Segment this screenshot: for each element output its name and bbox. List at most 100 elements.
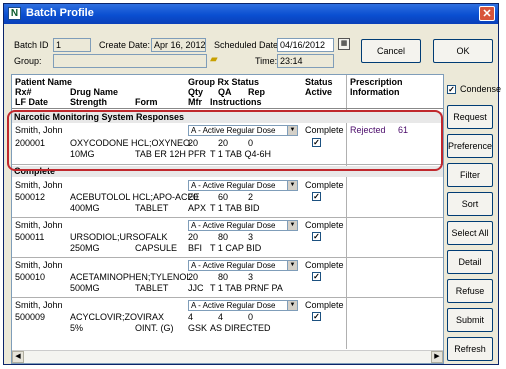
chevron-down-icon[interactable]: ▼ [287, 221, 297, 230]
col-form: Form [135, 97, 158, 107]
status: Complete [305, 300, 344, 310]
col-qty: Qty [188, 87, 204, 97]
col-status: Status [305, 77, 333, 87]
chevron-down-icon[interactable]: ▼ [287, 301, 297, 310]
drug-form: TABLET [135, 283, 169, 293]
patient-name: Smith, John [15, 220, 63, 230]
rep: 2 [248, 192, 254, 202]
drug-form: OINT. (G) [135, 323, 174, 333]
chevron-down-icon[interactable]: ▼ [287, 181, 297, 190]
highlight-annotation [7, 110, 443, 171]
sort-button[interactable]: Sort [447, 192, 493, 216]
active-checkbox[interactable]: ✓ [312, 312, 321, 321]
title-bar[interactable]: N Batch Profile ✕ [4, 4, 498, 24]
col-instructions: Instructions [210, 97, 262, 107]
drug-name: ACEBUTOLOL HCL;APO-ACEE [70, 192, 200, 202]
cancel-button[interactable]: Cancel [361, 39, 421, 63]
col-patient-name: Patient Name [15, 77, 73, 87]
row-divider [12, 217, 443, 218]
drug-name: ACETAMINOPHEN;TYLENOL [70, 272, 192, 282]
drug-name: ACYCLOVIR;ZOVIRAX [70, 312, 165, 322]
instructions: T 1 TAB BID [210, 203, 260, 213]
group-field [53, 54, 207, 68]
rx-status-dropdown[interactable]: A - Active Regular Dose ▼ [188, 180, 298, 191]
col-drug-name: Drug Name [70, 87, 119, 97]
rx-status-value: A - Active Regular Dose [191, 301, 276, 310]
drug-form: CAPSULE [135, 243, 178, 253]
batch-id-field: 1 [53, 38, 91, 52]
select-all-button[interactable]: Select All [447, 221, 493, 245]
group-label: Group: [14, 56, 42, 66]
scroll-right-icon[interactable]: ▶ [431, 351, 443, 363]
row-divider [12, 297, 443, 298]
refresh-button[interactable]: Refresh [447, 337, 493, 361]
filter-button[interactable]: Filter [447, 163, 493, 187]
col-strength: Strength [70, 97, 107, 107]
condense-checkbox[interactable]: ✓ [447, 85, 456, 94]
ok-button[interactable]: OK [433, 39, 493, 63]
preference-button[interactable]: Preference [447, 134, 493, 158]
qty: 20 [188, 232, 199, 242]
rx-status-dropdown[interactable]: A - Active Regular Dose ▼ [188, 300, 298, 311]
horizontal-scrollbar[interactable]: ◀ ▶ [12, 350, 443, 363]
qa: 80 [218, 272, 229, 282]
patient-name: Smith, John [15, 300, 63, 310]
request-button[interactable]: Request [447, 105, 493, 129]
qa: 60 [218, 192, 229, 202]
col-information: Information [350, 87, 400, 97]
table-row[interactable]: Smith, John 500011 URSODIOL;URSOFALK 250… [12, 219, 346, 257]
table-row[interactable]: Smith, John 500009 ACYCLOVIR;ZOVIRAX 5% … [12, 299, 346, 337]
close-button[interactable]: ✕ [479, 6, 495, 21]
window-title: Batch Profile [26, 7, 94, 19]
rx-status-dropdown[interactable]: A - Active Regular Dose ▼ [188, 260, 298, 271]
col-active: Active [305, 87, 333, 97]
drug-form: TABLET [135, 203, 169, 213]
col-prescription: Prescription [350, 77, 403, 87]
rep: 3 [248, 272, 254, 282]
rep: 3 [248, 232, 254, 242]
drug-strength: 400MG [70, 203, 100, 213]
qa: 4 [218, 312, 224, 322]
app-logo-icon: N [8, 7, 21, 20]
patient-name: Smith, John [15, 260, 63, 270]
row-divider [12, 257, 443, 258]
header-divider [12, 108, 443, 109]
table-row[interactable]: Smith, John 500012 ACEBUTOLOL HCL;APO-AC… [12, 179, 346, 217]
time-label: Time: [255, 56, 278, 66]
drug-strength: 500MG [70, 283, 100, 293]
col-group-rx-status: Group Rx Status [188, 77, 260, 87]
calendar-icon[interactable]: ▦ [338, 38, 350, 50]
folder-icon[interactable]: ▰ [210, 54, 224, 66]
rx-number: 500010 [15, 272, 46, 282]
active-checkbox[interactable]: ✓ [312, 192, 321, 201]
rx-status-dropdown[interactable]: A - Active Regular Dose ▼ [188, 220, 298, 231]
scheduled-date-field[interactable]: 04/16/2012 [277, 38, 334, 52]
col-lf-date: LF Date [15, 97, 49, 107]
instructions: AS DIRECTED [210, 323, 271, 333]
status: Complete [305, 220, 344, 230]
drug-name: URSODIOL;URSOFALK [70, 232, 168, 242]
col-rx-num: Rx# [15, 87, 32, 97]
active-checkbox[interactable]: ✓ [312, 272, 321, 281]
instructions: T 1 CAP BID [210, 243, 262, 253]
refuse-button[interactable]: Refuse [447, 279, 493, 303]
rx-status-value: A - Active Regular Dose [191, 261, 276, 270]
rx-number: 500012 [15, 192, 46, 202]
detail-button[interactable]: Detail [447, 250, 493, 274]
qty: 4 [188, 312, 194, 322]
col-qa: QA [218, 87, 232, 97]
qa: 80 [218, 232, 229, 242]
rx-number: 500009 [15, 312, 46, 322]
chevron-down-icon[interactable]: ▼ [287, 261, 297, 270]
drug-strength: 5% [70, 323, 84, 333]
mfr: GSK [188, 323, 208, 333]
submit-button[interactable]: Submit [447, 308, 493, 332]
table-row[interactable]: Smith, John 500010 ACETAMINOPHEN;TYLENOL… [12, 259, 346, 297]
rep: 0 [248, 312, 254, 322]
active-checkbox[interactable]: ✓ [312, 232, 321, 241]
scroll-left-icon[interactable]: ◀ [12, 351, 24, 363]
qty: 20 [188, 272, 199, 282]
rx-status-value: A - Active Regular Dose [191, 221, 276, 230]
scheduled-date-label: Scheduled Date: [214, 40, 281, 50]
mfr: APX [188, 203, 207, 213]
